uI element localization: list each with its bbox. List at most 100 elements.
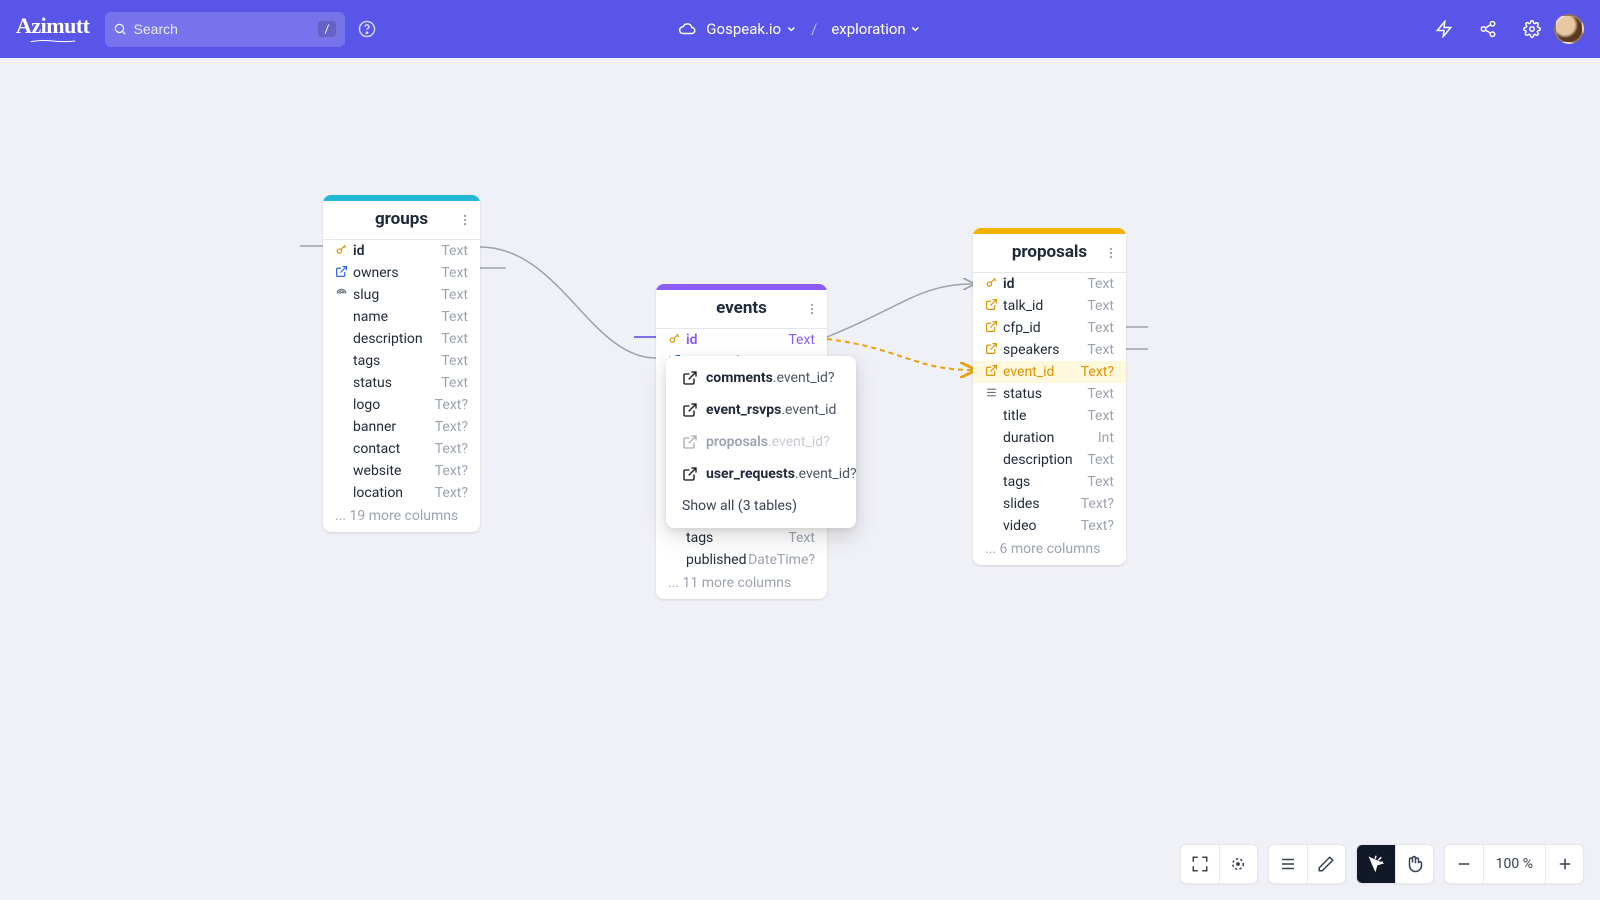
- fit-view-button[interactable]: [1181, 845, 1219, 883]
- table-menu-button[interactable]: [458, 213, 472, 227]
- column-row[interactable]: talk_idText: [973, 295, 1126, 317]
- column-row[interactable]: idText: [656, 329, 827, 351]
- column-type: Int: [1098, 430, 1114, 446]
- table-more-columns[interactable]: ... 19 more columns: [323, 504, 480, 532]
- column-type: Text: [1087, 474, 1114, 490]
- column-name: title: [1001, 408, 1087, 424]
- table-header[interactable]: proposals: [973, 234, 1126, 273]
- column-row[interactable]: descriptionText: [973, 449, 1126, 471]
- logo[interactable]: Azimutt: [16, 15, 89, 43]
- column-row[interactable]: tagsText: [656, 527, 827, 549]
- select-tool-button[interactable]: [1357, 845, 1395, 883]
- table-more-columns[interactable]: ... 6 more columns: [973, 537, 1126, 565]
- external-link-icon: [682, 434, 698, 450]
- table-more-columns[interactable]: ... 11 more columns: [656, 571, 827, 599]
- column-row[interactable]: locationText?: [323, 482, 480, 504]
- column-type: Text?: [435, 397, 468, 413]
- column-type: Text?: [435, 463, 468, 479]
- column-row[interactable]: bannerText?: [323, 416, 480, 438]
- search-box[interactable]: /: [105, 12, 345, 47]
- column-name: published: [684, 552, 748, 568]
- table-menu-button[interactable]: [805, 302, 819, 316]
- edit-button[interactable]: [1307, 845, 1345, 883]
- table-menu-button[interactable]: [1104, 246, 1118, 260]
- share-button[interactable]: [1472, 13, 1504, 45]
- column-name: status: [1001, 386, 1087, 402]
- canvas[interactable]: groups idTextownersTextslugTextnameTextd…: [0, 58, 1600, 900]
- column-row[interactable]: ownersText: [323, 262, 480, 284]
- list-button[interactable]: [1269, 845, 1307, 883]
- breadcrumb-project[interactable]: Gospeak.io: [706, 20, 797, 38]
- column-name: id: [351, 243, 441, 259]
- pan-tool-button[interactable]: [1395, 845, 1433, 883]
- column-row[interactable]: statusText: [973, 383, 1126, 405]
- cursor-icon: [1367, 855, 1385, 873]
- lightning-button[interactable]: [1428, 13, 1460, 45]
- column-row[interactable]: logoText?: [323, 394, 480, 416]
- external-link-icon: [985, 364, 998, 377]
- dropdown-item[interactable]: comments.event_id?: [666, 362, 856, 394]
- zoom-in-button[interactable]: [1545, 845, 1583, 883]
- table-header[interactable]: groups: [323, 201, 480, 240]
- cloud-icon: [678, 20, 696, 38]
- column-row[interactable]: cfp_idText: [973, 317, 1126, 339]
- dropdown-item[interactable]: event_rsvps.event_id: [666, 394, 856, 426]
- column-type: Text?: [435, 485, 468, 501]
- column-row[interactable]: descriptionText: [323, 328, 480, 350]
- external-link-icon: [335, 265, 348, 278]
- column-name: name: [351, 309, 441, 325]
- dropdown-item[interactable]: proposals.event_id?: [666, 426, 856, 458]
- column-icon: [981, 386, 1001, 402]
- column-name: video: [1001, 518, 1081, 534]
- hand-icon: [1405, 855, 1423, 873]
- dropdown-item-label: user_requests.event_id?: [706, 466, 857, 482]
- column-row[interactable]: tagsText: [323, 350, 480, 372]
- column-row[interactable]: publishedDateTime?: [656, 549, 827, 571]
- column-name: tags: [684, 530, 788, 546]
- table-card-proposals[interactable]: proposals idTexttalk_idTextcfp_idTextspe…: [973, 228, 1126, 565]
- column-row[interactable]: idText: [973, 273, 1126, 295]
- column-row[interactable]: statusText: [323, 372, 480, 394]
- settings-button[interactable]: [1516, 13, 1548, 45]
- column-name: tags: [1001, 474, 1087, 490]
- column-name: description: [1001, 452, 1087, 468]
- zoom-out-button[interactable]: [1445, 845, 1483, 883]
- column-row[interactable]: tagsText: [973, 471, 1126, 493]
- column-type: Text: [1087, 320, 1114, 336]
- column-row[interactable]: event_idText?: [973, 361, 1126, 383]
- center-view-button[interactable]: [1219, 845, 1257, 883]
- column-type: Text: [1087, 386, 1114, 402]
- dropdown-item[interactable]: user_requests.event_id?: [666, 458, 856, 490]
- help-button[interactable]: [351, 13, 383, 45]
- plus-icon: [1556, 855, 1574, 873]
- column-row[interactable]: videoText?: [973, 515, 1126, 537]
- column-name: cfp_id: [1001, 320, 1087, 336]
- search-input[interactable]: [128, 20, 317, 38]
- app-header: Azimutt / Gospeak.io / exploration: [0, 0, 1600, 58]
- column-row[interactable]: speakersText: [973, 339, 1126, 361]
- column-icon: [981, 342, 1001, 358]
- minus-icon: [1455, 855, 1473, 873]
- column-row[interactable]: nameText: [323, 306, 480, 328]
- zoom-level[interactable]: 100 %: [1483, 845, 1545, 883]
- breadcrumb-separator: /: [811, 20, 817, 38]
- external-link-icon: [985, 320, 998, 333]
- avatar[interactable]: [1554, 14, 1584, 44]
- column-row[interactable]: idText: [323, 240, 480, 262]
- column-type: DateTime?: [748, 552, 815, 568]
- dropdown-show-all[interactable]: Show all (3 tables): [666, 490, 856, 522]
- breadcrumb-layout[interactable]: exploration: [831, 20, 921, 38]
- column-row[interactable]: contactText?: [323, 438, 480, 460]
- references-dropdown[interactable]: comments.event_id?event_rsvps.event_idpr…: [666, 356, 856, 528]
- column-row[interactable]: titleText: [973, 405, 1126, 427]
- key-icon: [335, 243, 348, 256]
- column-row[interactable]: slidesText?: [973, 493, 1126, 515]
- column-row[interactable]: durationInt: [973, 427, 1126, 449]
- column-row[interactable]: websiteText?: [323, 460, 480, 482]
- column-type: Text?: [1081, 364, 1114, 380]
- expand-icon: [1191, 855, 1209, 873]
- gear-icon: [1523, 20, 1541, 38]
- table-header[interactable]: events: [656, 290, 827, 329]
- table-card-groups[interactable]: groups idTextownersTextslugTextnameTextd…: [323, 195, 480, 532]
- column-row[interactable]: slugText: [323, 284, 480, 306]
